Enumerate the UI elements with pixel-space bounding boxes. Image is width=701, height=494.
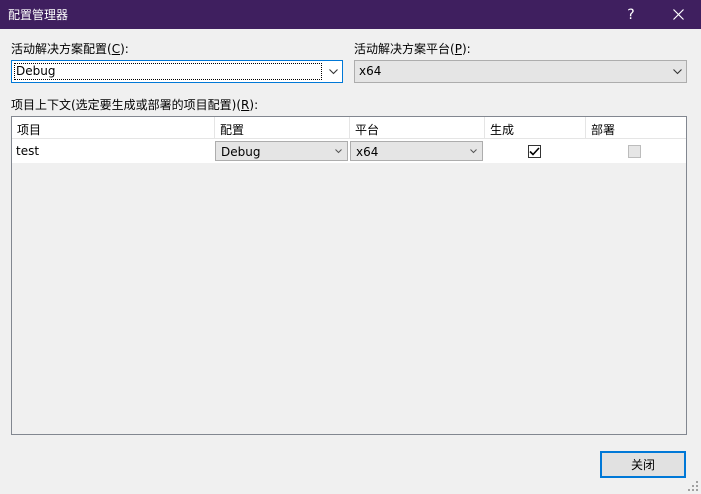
chevron-down-icon — [668, 61, 686, 82]
checkmark-icon — [529, 147, 540, 156]
help-icon: ? — [627, 6, 635, 23]
solution-platform-accesskey: P — [454, 42, 462, 56]
solution-platform-label-suffix: ): — [461, 42, 471, 56]
window-title: 配置管理器 — [8, 8, 69, 22]
solution-platform-select[interactable]: x64 — [354, 60, 687, 83]
column-header-deploy[interactable]: 部署 — [586, 117, 686, 139]
row-platform-select[interactable]: x64 — [350, 141, 483, 161]
column-header-configuration[interactable]: 配置 — [215, 117, 350, 139]
solution-config-select[interactable]: Debug — [11, 60, 343, 83]
build-checkbox[interactable] — [528, 145, 541, 158]
solution-config-accesskey: C — [111, 42, 121, 56]
chevron-down-icon — [466, 142, 480, 160]
close-icon — [672, 9, 684, 20]
solution-platform-value: x64 — [359, 64, 382, 78]
grid-header: 项目 配置 平台 生成 部署 — [12, 117, 686, 139]
project-contexts-label-suffix: ): — [249, 98, 259, 112]
project-contexts-label: 项目上下文(选定要生成或部署的项目配置)(R): — [11, 96, 258, 113]
close-window-button[interactable] — [655, 0, 701, 29]
solution-config-value: Debug — [16, 64, 56, 78]
project-contexts-grid[interactable]: 项目 配置 平台 生成 部署 test Debug x64 — [11, 116, 687, 435]
help-button[interactable]: ? — [608, 0, 654, 29]
title-bar: 配置管理器 ? — [0, 0, 701, 29]
project-name: test — [16, 144, 40, 158]
row-platform-value: x64 — [356, 145, 379, 159]
solution-platform-label: 活动解决方案平台(P): — [354, 40, 471, 57]
chevron-down-icon — [331, 142, 345, 160]
project-contexts-label-text: 项目上下文(选定要生成或部署的项目配置)( — [11, 98, 242, 112]
chevron-down-icon — [324, 61, 342, 82]
column-header-platform[interactable]: 平台 — [350, 117, 485, 139]
solution-config-label-text: 活动解决方案配置( — [11, 42, 112, 56]
table-row[interactable]: test Debug x64 — [12, 139, 686, 163]
column-header-build[interactable]: 生成 — [485, 117, 586, 139]
solution-platform-label-text: 活动解决方案平台( — [354, 42, 455, 56]
focus-rect — [14, 63, 322, 80]
solution-config-label-suffix: ): — [120, 42, 129, 56]
row-config-select[interactable]: Debug — [215, 141, 348, 161]
solution-config-label: 活动解决方案配置(C): — [11, 40, 129, 57]
resize-grip-icon[interactable] — [688, 481, 698, 491]
close-button[interactable]: 关闭 — [600, 451, 686, 478]
row-config-value: Debug — [221, 145, 261, 159]
cell-project: test — [12, 139, 215, 163]
deploy-checkbox[interactable] — [628, 145, 641, 158]
column-header-project[interactable]: 项目 — [12, 117, 215, 139]
